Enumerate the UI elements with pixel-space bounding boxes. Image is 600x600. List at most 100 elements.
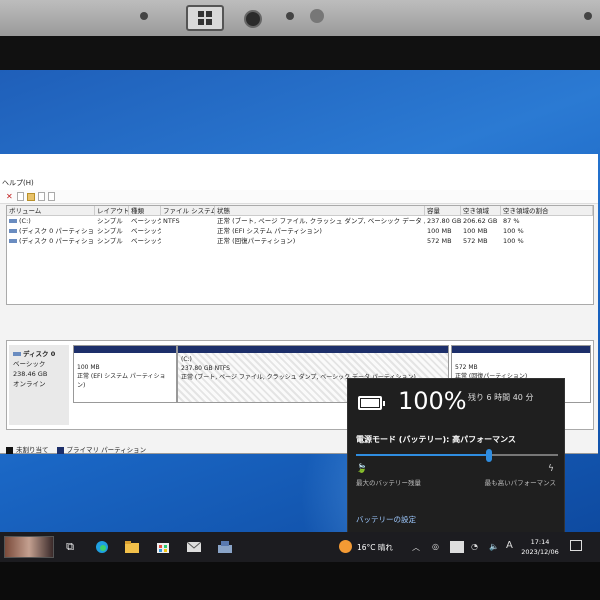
notification-icon[interactable]	[570, 540, 582, 551]
webcam	[244, 10, 262, 28]
drive-icon	[9, 239, 17, 243]
drive-icon	[9, 229, 17, 233]
battery-flyout: 100% 残り 6 時間 40 分 電源モード (バッテリー): 高パフォーマン…	[347, 378, 565, 536]
task-view-icon[interactable]: ⧉	[62, 539, 78, 555]
partition-size: 100 MB	[77, 364, 100, 371]
leaf-icon: 🍃	[356, 464, 368, 474]
cell-filesystem	[161, 236, 215, 246]
slider-fill	[356, 454, 490, 456]
partition-size: 572 MB	[455, 364, 478, 371]
weather-text[interactable]: 16°C 晴れ	[357, 542, 393, 553]
windows-logo-icon	[198, 11, 212, 25]
table-row[interactable]: (ディスク 0 パーティション 4) シンプル ベーシック 正常 (回復パーティ…	[7, 236, 593, 246]
widgets-thumbnail[interactable]	[4, 536, 54, 558]
clock[interactable]: 17:14 2023/12/06	[515, 537, 565, 557]
legend-unallocated: 未割り当て	[6, 444, 49, 454]
legend-swatch	[6, 446, 13, 454]
indicator-dot	[584, 12, 592, 20]
disk-name: ディスク 0	[23, 350, 56, 358]
laptop-bezel-top	[0, 0, 600, 36]
disk-status: オンライン	[13, 380, 46, 388]
partition-name: (C:)	[181, 356, 192, 363]
partition-bar	[178, 346, 448, 353]
menu-help[interactable]: ヘルプ(H)	[2, 179, 34, 187]
taskbar: ⧉ 16°C 晴れ ︿ ◎ ◔ 🔈 A 17:14 2023/12/06	[0, 532, 600, 562]
partition-status: 正常 (EFI システム パーティション)	[77, 373, 166, 389]
power-mode-slider[interactable]	[356, 454, 558, 456]
col-status[interactable]: 状態	[215, 206, 425, 215]
cell-capacity: 572 MB	[427, 237, 452, 245]
cell-layout: シンプル	[97, 217, 123, 225]
disk-label[interactable]: ディスク 0 ベーシック 238.46 GB オンライン	[9, 345, 69, 425]
ime-indicator[interactable]: A	[506, 540, 513, 551]
lightning-icon: ϟ	[548, 464, 554, 474]
weather-sun-icon[interactable]	[339, 540, 352, 553]
cell-layout: シンプル	[97, 227, 123, 235]
slider-thumb[interactable]	[486, 449, 493, 462]
battery-tray-icon[interactable]	[450, 541, 464, 553]
volume-icon[interactable]: 🔈	[489, 542, 499, 551]
partition-efi[interactable]: 100 MB 正常 (EFI システム パーティション)	[73, 345, 177, 403]
power-mode-label: 電源モード (バッテリー): 高パフォーマンス	[356, 435, 516, 444]
volume-list: ボリューム レイアウト 種類 ファイル システム 状態 容量 空き領域 空き領域…	[6, 205, 594, 305]
indicator-dot	[286, 12, 294, 20]
cell-free: 206.62 GB	[463, 217, 498, 225]
disk-size: 238.46 GB	[13, 370, 48, 378]
disk-management-taskbar-icon[interactable]	[217, 539, 233, 555]
cell-type: ベーシック	[131, 237, 161, 245]
windows-key	[186, 5, 224, 31]
indicator-dot	[140, 12, 148, 20]
cell-volume: (C:)	[19, 217, 31, 225]
battery-percent: 100%	[398, 387, 467, 415]
col-free-space[interactable]: 空き領域	[461, 206, 501, 215]
cell-capacity: 237.80 GB	[427, 217, 461, 225]
cell-capacity: 100 MB	[427, 227, 452, 235]
chevron-up-icon[interactable]: ︿	[412, 542, 420, 553]
partition-bar	[74, 346, 176, 353]
screen-bezel	[0, 36, 600, 70]
col-capacity[interactable]: 容量	[425, 206, 461, 215]
cell-type: ベーシック	[131, 217, 161, 225]
legend-label: 未割り当て	[16, 446, 49, 454]
settings-doc-icon[interactable]	[48, 192, 55, 201]
sensor	[310, 9, 324, 23]
delete-icon[interactable]: ✕	[6, 192, 14, 201]
table-row[interactable]: (C:) シンプル ベーシック NTFS 正常 (ブート, ページ ファイル, …	[7, 216, 593, 226]
cell-status: 正常 (ブート, ページ ファイル, クラッシュ ダンプ, ベーシック データ …	[217, 217, 425, 225]
col-layout[interactable]: レイアウト	[95, 206, 129, 215]
folder-icon[interactable]	[27, 192, 35, 201]
partition-size: 237.80 GB NTFS	[181, 365, 230, 372]
help-doc-icon[interactable]	[38, 192, 45, 201]
cell-free-percent: 100 %	[503, 227, 524, 235]
col-type[interactable]: 種類	[129, 206, 161, 215]
wifi-icon[interactable]: ◔	[471, 542, 478, 551]
legend: 未割り当て プライマリ パーティション	[6, 444, 146, 454]
meet-icon[interactable]: ◎	[432, 542, 439, 551]
cell-status: 正常 (回復パーティション)	[217, 237, 296, 245]
mail-icon[interactable]	[186, 539, 202, 555]
toolbar: ✕	[0, 190, 598, 204]
cell-filesystem	[161, 226, 215, 236]
col-volume[interactable]: ボリューム	[7, 206, 95, 215]
battery-icon	[358, 396, 385, 410]
cell-type: ベーシック	[131, 227, 161, 235]
battery-settings-link[interactable]: バッテリーの設定	[356, 514, 416, 525]
col-free-percent[interactable]: 空き領域の割合	[501, 206, 593, 215]
cell-free-percent: 100 %	[503, 237, 524, 245]
edge-icon[interactable]	[94, 539, 110, 555]
store-icon[interactable]	[155, 539, 171, 555]
legend-primary: プライマリ パーティション	[56, 444, 146, 454]
legend-swatch	[56, 446, 64, 454]
cell-volume: (ディスク 0 パーティション 1)	[19, 227, 95, 235]
cell-layout: シンプル	[97, 237, 123, 245]
cell-status: 正常 (EFI システム パーティション)	[217, 227, 322, 235]
clock-time: 17:14	[530, 538, 550, 546]
file-explorer-icon[interactable]	[124, 539, 140, 555]
properties-icon[interactable]	[17, 192, 24, 201]
volume-list-header: ボリューム レイアウト 種類 ファイル システム 状態 容量 空き領域 空き領域…	[7, 206, 593, 216]
slider-min-label: 最大のバッテリー残量	[356, 479, 421, 487]
partition-bar	[452, 346, 590, 353]
menu-bar: ヘルプ(H)	[0, 176, 598, 190]
col-filesystem[interactable]: ファイル システム	[161, 206, 215, 215]
table-row[interactable]: (ディスク 0 パーティション 1) シンプル ベーシック 正常 (EFI シス…	[7, 226, 593, 236]
